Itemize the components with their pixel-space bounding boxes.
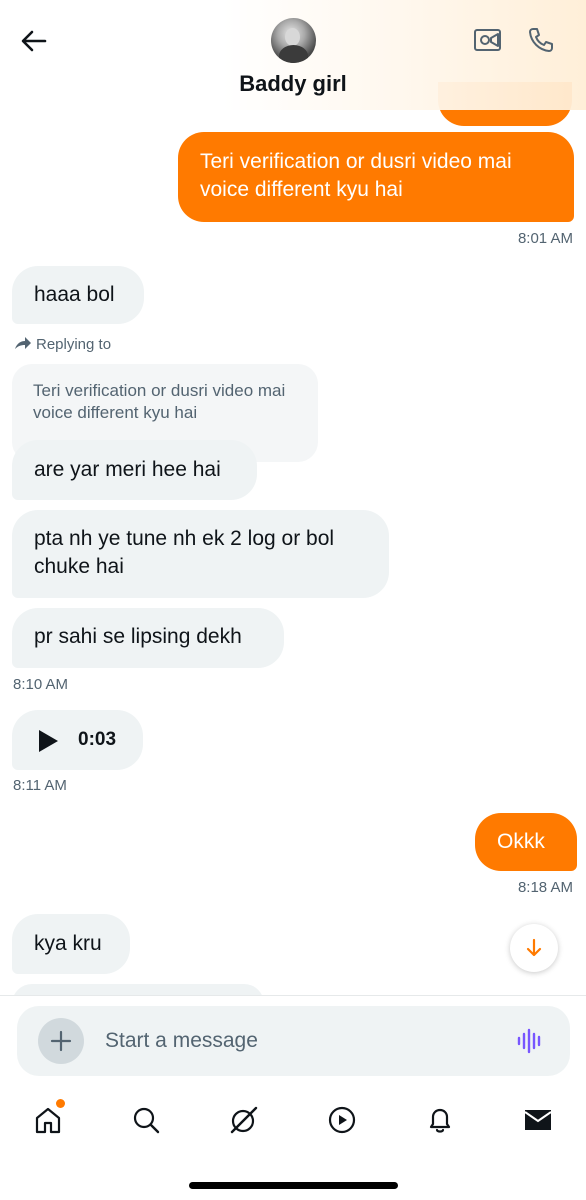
reply-arrow-icon [14, 336, 32, 352]
voice-call-button[interactable] [524, 24, 558, 56]
message-bubble-partial[interactable] [12, 984, 264, 995]
quoted-message-text: Teri verification or dusri video mai voi… [33, 381, 286, 422]
arrow-left-icon [21, 30, 47, 52]
message-composer[interactable] [17, 1006, 570, 1076]
bottom-navigation [0, 1090, 586, 1150]
phone-icon [527, 26, 555, 54]
page-title[interactable]: Baddy girl [0, 71, 586, 97]
message-text: haaa bol [34, 283, 115, 306]
message-text: pta nh ye tune nh ek 2 log or bol chuke … [34, 527, 335, 578]
conversation-header: Baddy girl [0, 0, 586, 110]
message-bubble-incoming[interactable]: haaa bol [12, 266, 144, 324]
message-text: kya kru [34, 932, 102, 955]
message-text: Teri verification or dusri video mai voi… [200, 150, 512, 201]
video-play-icon [327, 1105, 357, 1135]
message-text: pr sahi se lipsing dekh [34, 625, 242, 648]
message-bubble-outgoing[interactable]: Okkk [475, 813, 577, 871]
chat-thread[interactable]: Teri verification or dusri video mai voi… [0, 0, 586, 995]
home-notification-dot [56, 1099, 65, 1108]
nav-grok[interactable] [224, 1100, 264, 1140]
add-attachment-button[interactable] [38, 1018, 84, 1064]
reply-label: Replying to [36, 335, 112, 353]
message-input[interactable] [105, 1024, 485, 1058]
divider [0, 995, 586, 996]
message-timestamp: 8:10 AM [13, 676, 69, 693]
message-timestamp: 8:11 AM [13, 777, 67, 794]
message-timestamp: 8:18 AM [517, 879, 573, 896]
reply-indicator: Replying to [14, 334, 111, 354]
nav-search[interactable] [126, 1100, 166, 1140]
voice-message-bubble[interactable]: 0:03 [12, 710, 143, 770]
home-indicator [189, 1182, 398, 1189]
mail-icon [523, 1107, 553, 1133]
message-text: Okkk [497, 830, 545, 853]
search-icon [131, 1105, 161, 1135]
message-bubble-outgoing[interactable]: Teri verification or dusri video mai voi… [178, 132, 574, 222]
audio-wave-icon [516, 1028, 544, 1054]
video-camera-icon [473, 27, 503, 53]
nav-videos[interactable] [322, 1100, 362, 1140]
avatar[interactable] [271, 18, 316, 63]
message-bubble-incoming[interactable]: kya kru [12, 914, 130, 974]
home-icon [33, 1105, 63, 1135]
message-bubble-incoming[interactable]: pta nh ye tune nh ek 2 log or bol chuke … [12, 510, 389, 598]
message-timestamp: 8:01 AM [517, 230, 573, 247]
play-icon[interactable] [37, 729, 59, 753]
bell-icon [425, 1105, 455, 1135]
voice-duration: 0:03 [78, 729, 117, 750]
plus-icon [50, 1030, 72, 1052]
video-call-button[interactable] [471, 24, 505, 56]
message-text: are yar meri hee hai [34, 458, 221, 481]
nav-notifications[interactable] [420, 1100, 460, 1140]
arrow-down-icon [525, 938, 543, 958]
message-bubble-incoming[interactable]: pr sahi se lipsing dekh [12, 608, 284, 668]
scroll-to-bottom-button[interactable] [510, 924, 558, 972]
nav-messages[interactable] [518, 1100, 558, 1140]
back-button[interactable] [16, 24, 52, 58]
grok-icon [228, 1104, 260, 1136]
message-bubble-incoming[interactable]: are yar meri hee hai [12, 440, 257, 500]
voice-message-button[interactable] [513, 1026, 547, 1056]
